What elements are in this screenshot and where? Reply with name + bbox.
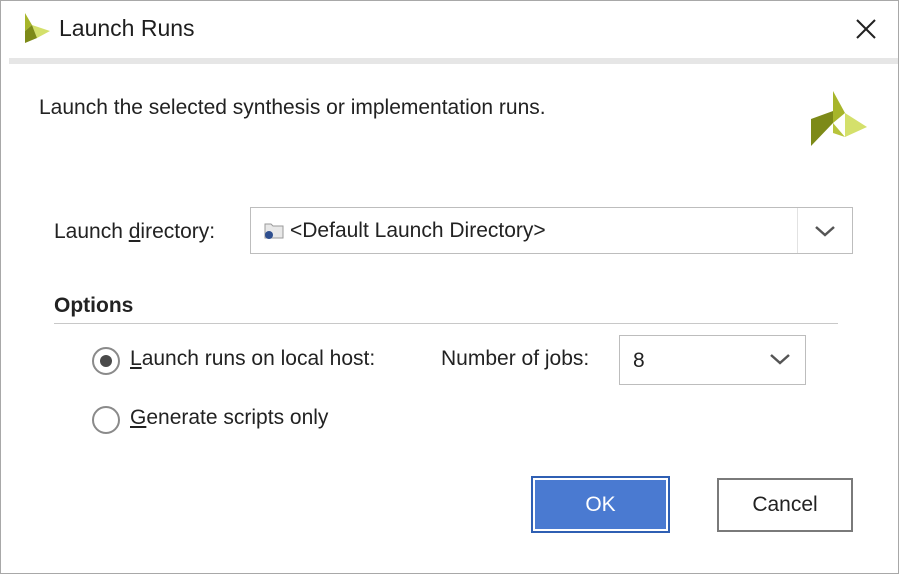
- launch-directory-label: Launch directory:: [54, 220, 216, 243]
- close-button[interactable]: [848, 11, 884, 47]
- options-section-title: Options: [54, 294, 134, 317]
- close-icon: [856, 19, 876, 39]
- title-bar: Launch Runs: [1, 1, 898, 58]
- scripts-only-radio-label[interactable]: Generate scripts only: [130, 404, 328, 432]
- options-separator: [54, 323, 838, 324]
- number-of-jobs-value: 8: [633, 349, 645, 372]
- dialog-content: Launch the selected synthesis or impleme…: [9, 64, 898, 573]
- dialog-description: Launch the selected synthesis or impleme…: [39, 96, 546, 119]
- local-host-radio-label[interactable]: Launch runs on local host:: [130, 345, 375, 373]
- cancel-button[interactable]: Cancel: [717, 478, 853, 532]
- window-title: Launch Runs: [59, 15, 195, 41]
- number-of-jobs-label: Number of jobs:: [441, 347, 590, 370]
- number-of-jobs-dropdown[interactable]: 8: [619, 335, 806, 385]
- scripts-only-radio[interactable]: [92, 406, 120, 434]
- launch-runs-dialog: Launch Runs Launch the selected synthesi…: [0, 0, 899, 574]
- launch-directory-value: <Default Launch Directory>: [290, 219, 546, 242]
- ok-button[interactable]: OK: [531, 476, 670, 533]
- launch-directory-dropdown-toggle[interactable]: [797, 208, 852, 253]
- xilinx-logo-icon: [25, 13, 50, 43]
- folder-icon: [264, 223, 284, 239]
- radio-selected-dot: [100, 355, 112, 367]
- launch-directory-dropdown[interactable]: <Default Launch Directory>: [250, 207, 853, 254]
- xilinx-logo-icon: [811, 91, 867, 146]
- chevron-down-icon: [770, 354, 790, 365]
- local-host-radio[interactable]: [92, 347, 120, 375]
- chevron-down-icon: [815, 225, 835, 237]
